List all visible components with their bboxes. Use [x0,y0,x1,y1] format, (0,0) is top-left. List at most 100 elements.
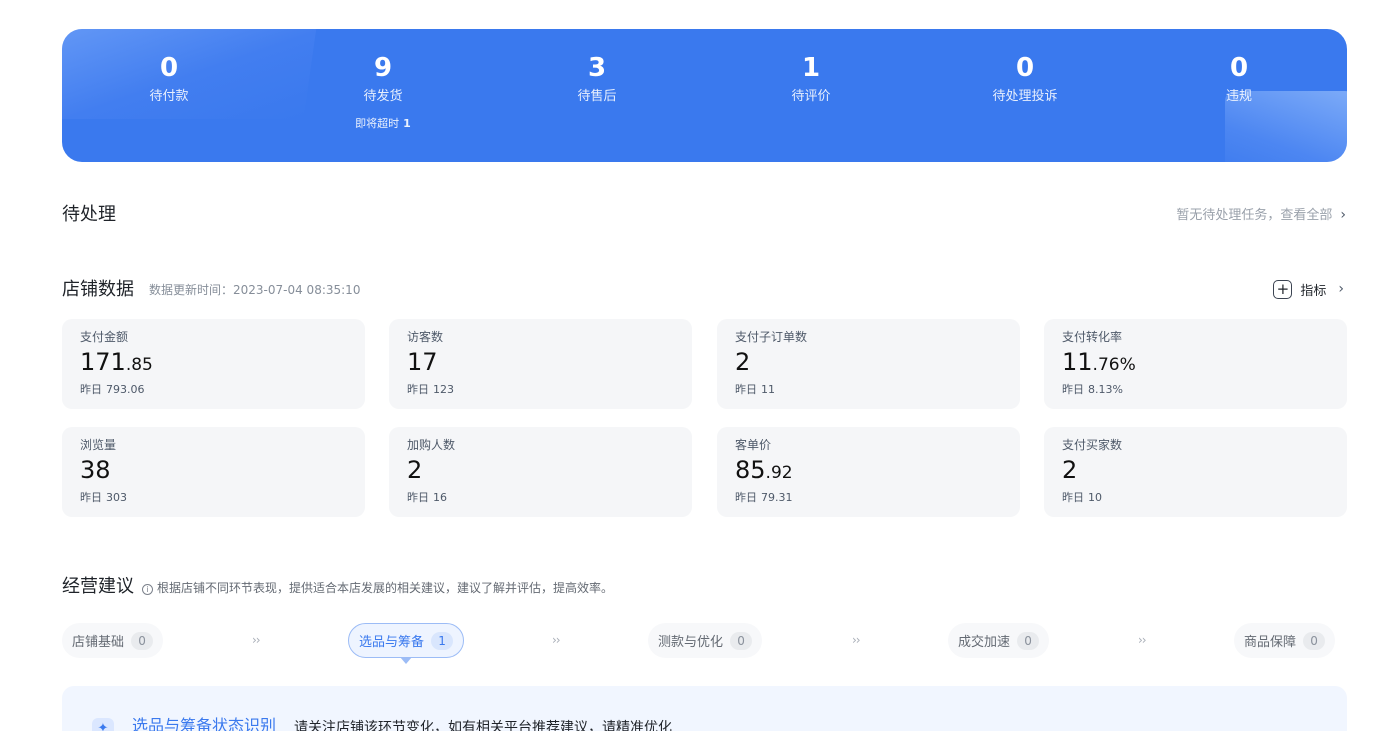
status-label: 待发货 [363,89,403,104]
shop-data-title: 店铺数据 [62,279,134,300]
yesterday-label: 昨日 [80,491,102,504]
metric-label: 支付买家数 [1062,438,1123,452]
stage-sales-acceleration[interactable]: 成交加速 0 [948,623,1050,658]
status-label: 待售后 [577,89,617,104]
metric-value-int: 2 [407,456,423,484]
metric-card-conversion-rate[interactable]: 支付转化率 11.76% 昨日 8.13% [1044,319,1347,409]
timeout-soon-label: 即将超时 [355,117,400,130]
metric-value-dec: .85 [125,355,153,375]
view-all-pending-link[interactable]: 暂无待处理任务，查看全部 › [1176,206,1346,225]
chevron-right-icon: › [1338,281,1344,297]
metric-card-avg-order-value[interactable]: 客单价 85.92 昨日 79.31 [717,427,1020,517]
double-chevron-icon: ›› [852,633,861,647]
stage-count-badge: 0 [1017,631,1040,650]
status-pending-review[interactable]: 1 待评价 [704,29,918,162]
metric-label: 浏览量 [80,438,117,452]
yesterday-label: 昨日 [80,383,102,396]
stage-shop-basics[interactable]: 店铺基础 0 [62,623,164,658]
yesterday-value: 793.06 [106,383,145,396]
stage-label: 测款与优化 [658,635,724,650]
yesterday-value: 8.13% [1088,383,1123,396]
metric-label: 加购人数 [407,438,456,452]
yesterday-value: 123 [433,383,454,396]
stage-label: 店铺基础 [72,635,125,650]
metric-value-int: 171 [80,348,126,376]
stage-product-selection[interactable]: 选品与筹备 1 [348,623,465,664]
double-chevron-icon: ›› [252,633,261,647]
metric-yesterday: 昨日 123 [407,383,692,397]
timeout-soon-note[interactable]: 即将超时 1 [276,117,490,131]
shop-home-page: 0 待付款 9 待发货 即将超时 1 3 待售后 1 待评价 0 待处理投诉 0 … [0,0,1396,731]
stage-testing-optimization[interactable]: 测款与优化 0 [648,623,763,658]
metric-value-int: 2 [735,348,751,376]
metric-card-paying-buyers[interactable]: 支付买家数 2 昨日 10 [1044,427,1347,517]
yesterday-label: 昨日 [735,491,757,504]
status-count: 3 [587,53,607,83]
yesterday-label: 昨日 [735,383,757,396]
yesterday-value: 79.31 [761,491,793,504]
metric-card-add-to-cart-users[interactable]: 加购人数 2 昨日 16 [389,427,692,517]
metric-yesterday: 昨日 8.13% [1062,383,1347,397]
stage-count-badge: 1 [431,631,454,650]
status-after-sale[interactable]: 3 待售后 [490,29,704,162]
metric-label: 支付金额 [80,330,129,344]
stage-label: 选品与筹备 [359,635,425,650]
status-count: 0 [1015,53,1035,83]
stage-product-guarantee[interactable]: 商品保障 0 [1234,623,1336,658]
metric-card-payment-amount[interactable]: 支付金额 171.85 昨日 793.06 [62,319,365,409]
metric-yesterday: 昨日 10 [1062,491,1347,505]
status-label: 待付款 [149,89,189,104]
status-pending-complaints[interactable]: 0 待处理投诉 [918,29,1132,162]
metric-value: 2 [735,348,1020,379]
status-count: 1 [801,53,821,83]
status-label: 待评价 [791,89,831,104]
double-chevron-icon: ›› [552,633,561,647]
yesterday-value: 303 [106,491,127,504]
metric-yesterday: 昨日 11 [735,383,1020,397]
metrics-button-label: 指标 [1300,283,1327,299]
pending-section-title: 待处理 [62,204,116,225]
status-violations[interactable]: 0 违规 [1132,29,1346,162]
metric-card-paid-sub-orders[interactable]: 支付子订单数 2 昨日 11 [717,319,1020,409]
metric-label: 支付转化率 [1062,330,1123,344]
advice-detail-panel: ✦ 选品与筹备状态识别 请关注店铺该环节变化，如有相关平台推荐建议，请精准优化 [62,686,1347,731]
metric-label: 客单价 [735,438,772,452]
plus-square-icon: + [1273,279,1293,299]
stage-count-badge: 0 [1303,631,1326,650]
metric-value-dec: .76% [1092,355,1136,375]
status-pending-shipment[interactable]: 9 待发货 即将超时 1 [276,29,490,162]
yesterday-value: 10 [1088,491,1102,504]
yesterday-label: 昨日 [1062,383,1084,396]
status-count: 9 [373,53,393,83]
pending-link-text: 暂无待处理任务，查看全部 [1176,208,1333,223]
metric-value: 85.92 [735,456,1020,487]
status-label: 待处理投诉 [992,89,1058,104]
metric-card-visitors[interactable]: 访客数 17 昨日 123 [389,319,692,409]
advice-note: i 根据店铺不同环节表现，提供适合本店发展的相关建议，建议了解并评估，提高效率。 [142,580,613,596]
yesterday-value: 11 [761,383,775,396]
metric-value-int: 11 [1062,348,1093,376]
metric-value-dec: .92 [765,463,793,483]
metric-value: 171.85 [80,348,365,379]
stage-label: 商品保障 [1244,635,1297,650]
metric-label: 支付子订单数 [735,330,808,344]
status-count: 0 [159,53,179,83]
advice-section-title: 经营建议 [62,576,134,597]
timeout-soon-count: 1 [403,117,411,130]
metric-value: 17 [407,348,692,379]
metric-value-int: 38 [80,456,111,484]
sparkle-icon: ✦ [92,718,114,731]
metric-yesterday: 昨日 16 [407,491,692,505]
metric-card-page-views[interactable]: 浏览量 38 昨日 303 [62,427,365,517]
status-pending-payment[interactable]: 0 待付款 [62,29,276,162]
chevron-right-icon: › [1340,207,1346,223]
stage-count-badge: 0 [131,631,154,650]
panel-description: 请关注店铺该环节变化，如有相关平台推荐建议，请精准优化 [294,720,672,731]
metric-label: 访客数 [407,330,444,344]
yesterday-label: 昨日 [407,491,429,504]
metric-value-int: 85 [735,456,766,484]
yesterday-value: 16 [433,491,447,504]
panel-title[interactable]: 选品与筹备状态识别 [132,715,276,731]
metrics-button[interactable]: + 指标 › [1273,279,1344,299]
yesterday-label: 昨日 [1062,491,1084,504]
